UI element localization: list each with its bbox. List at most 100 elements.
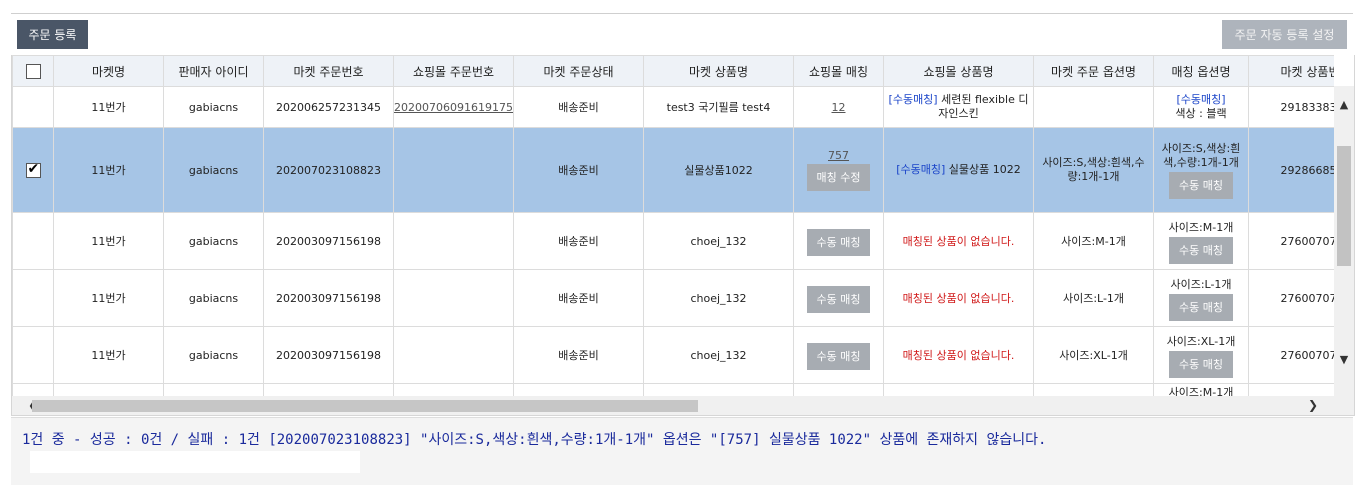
manual-match-button[interactable]: 수동 매칭 xyxy=(1169,236,1233,264)
option-cell xyxy=(1033,86,1154,128)
mall-order-cell xyxy=(393,127,514,213)
manual-matching-button[interactable]: 수동 매칭 xyxy=(806,285,871,313)
horizontal-scrollbar[interactable]: ❮ ❯ xyxy=(12,396,1354,415)
col-header[interactable]: 쇼핑몰 상품명 xyxy=(883,55,1034,87)
market-cell: 11번가 xyxy=(53,326,164,384)
matching-link[interactable]: 757 xyxy=(828,149,849,162)
row-checkbox-cell[interactable] xyxy=(12,86,54,128)
col-header[interactable]: 쇼핑몰 주문번호 xyxy=(393,55,514,87)
market-cell: 11번가 xyxy=(53,269,164,327)
message-input-bar xyxy=(30,451,360,473)
table-row[interactable]: 11번가 gabiacns 202006257231345 2020070609… xyxy=(12,86,1334,128)
table-row-selected[interactable]: 11번가 gabiacns 202007023108823 배송준비 실물상품1… xyxy=(12,127,1334,213)
result-message-area: 1건 중 - 성공 : 0건 / 실패 : 1건 [20200702310882… xyxy=(11,417,1353,485)
mall-order-cell xyxy=(393,269,514,327)
col-header[interactable]: 마켓 상품번호 xyxy=(1248,55,1334,87)
product-no-cell: 2760070788 xyxy=(1248,326,1334,384)
seller-cell: gabiacns xyxy=(163,326,264,384)
manual-match-button[interactable]: 수동 매칭 xyxy=(1169,350,1233,378)
row-checkbox-cell[interactable] xyxy=(12,326,54,384)
option-cell: 사이즈:M-1개 xyxy=(1033,212,1154,270)
col-header[interactable]: 마켓 상품명 xyxy=(643,55,794,87)
col-header[interactable]: 마켓명 xyxy=(53,55,164,87)
table-row[interactable]: 11번가 gabiacns 202003097156198 배송준비 choej… xyxy=(12,326,1334,384)
mall-order-cell xyxy=(393,326,514,384)
order-register-button[interactable]: 주문 등록 xyxy=(17,20,88,49)
match-option-text: 사이즈:L-1개 xyxy=(1170,277,1232,291)
matching-cell: 757 매칭 수정 xyxy=(793,127,884,213)
match-option-text: 색상 : 블랙 xyxy=(1175,107,1227,120)
no-match-text: 매칭된 상품이 없습니다. xyxy=(902,349,1015,362)
match-option-cell: 사이즈:S,색상:흰색,수량:1개-1개 수동 매칭 xyxy=(1153,127,1249,213)
matching-cell: 수동 매칭 xyxy=(793,212,884,270)
table-row[interactable]: 11번가 gabiacns 202003097156198 배송준비 choej… xyxy=(12,212,1334,270)
market-cell: 11번가 xyxy=(53,86,164,128)
mall-product-cell: [수동매칭] 세련된 flexible 디자인스킨 xyxy=(883,86,1034,128)
matching-cell: 12 xyxy=(793,86,884,128)
matching-cell: 수동 매칭 xyxy=(793,326,884,384)
order-table: 마켓명 판매자 아이디 마켓 주문번호 쇼핑몰 주문번호 마켓 주문상태 마켓 … xyxy=(12,55,1334,396)
row-checkbox[interactable] xyxy=(25,161,41,178)
match-option-text: 사이즈:M-1개 xyxy=(1168,386,1234,396)
row-checkbox-cell[interactable] xyxy=(12,127,54,213)
status-cell: 배송준비 xyxy=(513,212,644,270)
mall-order-cell: 2020070609161917530 xyxy=(393,86,514,128)
horizontal-scroll-thumb[interactable] xyxy=(32,400,698,412)
select-all-checkbox[interactable] xyxy=(25,63,41,79)
row-checkbox-cell[interactable] xyxy=(12,212,54,270)
manual-matching-button[interactable]: 수동 매칭 xyxy=(806,342,871,370)
option-cell: 사이즈:S,색상:흰색,수량:1개-1개 xyxy=(1033,127,1154,213)
manual-matching-button[interactable]: 수동 매칭 xyxy=(806,228,871,256)
mall-order-cell xyxy=(393,212,514,270)
option-cell: 사이즈:L-1개 xyxy=(1033,269,1154,327)
manual-match-button[interactable]: 수동 매칭 xyxy=(1169,171,1233,199)
order-grid: 마켓명 판매자 아이디 마켓 주문번호 쇼핑몰 주문번호 마켓 주문상태 마켓 … xyxy=(11,55,1355,416)
scroll-down-icon[interactable]: ▼ xyxy=(1334,353,1354,366)
product-no-cell: 2760070788 xyxy=(1248,269,1334,327)
seller-cell: gabiacns xyxy=(163,86,264,128)
col-header[interactable]: 마켓 주문상태 xyxy=(513,55,644,87)
manual-match-tag: [수동매칭] xyxy=(888,93,938,106)
result-message: 1건 중 - 성공 : 0건 / 실패 : 1건 [20200702310882… xyxy=(22,432,1047,448)
manual-match-tag: [수동매칭] xyxy=(1176,93,1226,106)
option-cell: 사이즈:XL-1개 xyxy=(1033,326,1154,384)
col-header[interactable]: 마켓 주문 옵션명 xyxy=(1033,55,1154,87)
col-header[interactable]: 판매자 아이디 xyxy=(163,55,264,87)
no-match-text: 매칭된 상품이 없습니다. xyxy=(902,235,1015,248)
match-option-cell: 사이즈:M-1개수동 매칭 xyxy=(1153,212,1249,270)
market-cell: 11번가 xyxy=(53,127,164,213)
mall-product-name: 세련된 flexible 디자인스킨 xyxy=(938,93,1029,120)
scroll-right-icon[interactable]: ❯ xyxy=(1308,396,1318,415)
mall-order-link[interactable]: 2020070609161917530 xyxy=(395,101,513,114)
auto-register-settings-button[interactable]: 주문 자동 등록 설정 xyxy=(1222,20,1347,49)
vertical-scrollbar[interactable]: ▲ ▼ xyxy=(1334,86,1354,396)
col-header[interactable]: 매칭 옵션명 xyxy=(1153,55,1249,87)
top-divider xyxy=(11,13,1353,14)
match-option-cell: 사이즈:XL-1개 수동 매칭 xyxy=(1153,326,1249,384)
table-row[interactable]: 11번가 gabiacns 202003097156198 배송준비 choej… xyxy=(12,269,1334,327)
market-order-cell: 202003097156198 xyxy=(263,269,394,327)
product-cell: choej_132 xyxy=(643,269,794,327)
product-cell: choej_132 xyxy=(643,212,794,270)
manual-match-tag: [수동매칭] xyxy=(896,163,946,176)
manual-match-button[interactable]: 수동 매칭 xyxy=(1169,293,1233,321)
product-no-cell: 2928668520 xyxy=(1248,127,1334,213)
col-header[interactable]: 마켓 주문번호 xyxy=(263,55,394,87)
matching-link[interactable]: 12 xyxy=(832,101,846,114)
edit-matching-button[interactable]: 매칭 수정 xyxy=(806,164,871,191)
table-row-partial[interactable]: 사이즈:M-1개 xyxy=(12,383,1334,396)
mall-product-cell: 매칭된 상품이 없습니다. xyxy=(883,212,1034,270)
col-header[interactable]: 쇼핑몰 매칭 xyxy=(793,55,884,87)
match-option-text: 사이즈:S,색상:흰색,수량:1개-1개 xyxy=(1161,141,1241,169)
match-option-cell: 사이즈:M-1개 xyxy=(1153,383,1249,396)
match-option-text: 사이즈:M-1개 xyxy=(1168,220,1234,234)
match-option-cell: 사이즈:L-1개수동 매칭 xyxy=(1153,269,1249,327)
select-all-cell[interactable] xyxy=(12,55,54,87)
scroll-up-icon[interactable]: ▲ xyxy=(1334,98,1354,111)
row-checkbox-cell[interactable] xyxy=(12,269,54,327)
mall-product-cell: 매칭된 상품이 없습니다. xyxy=(883,269,1034,327)
matching-cell: 수동 매칭 xyxy=(793,269,884,327)
vertical-scroll-thumb[interactable] xyxy=(1337,146,1351,266)
seller-cell: gabiacns xyxy=(163,269,264,327)
market-order-cell: 202003097156198 xyxy=(263,212,394,270)
